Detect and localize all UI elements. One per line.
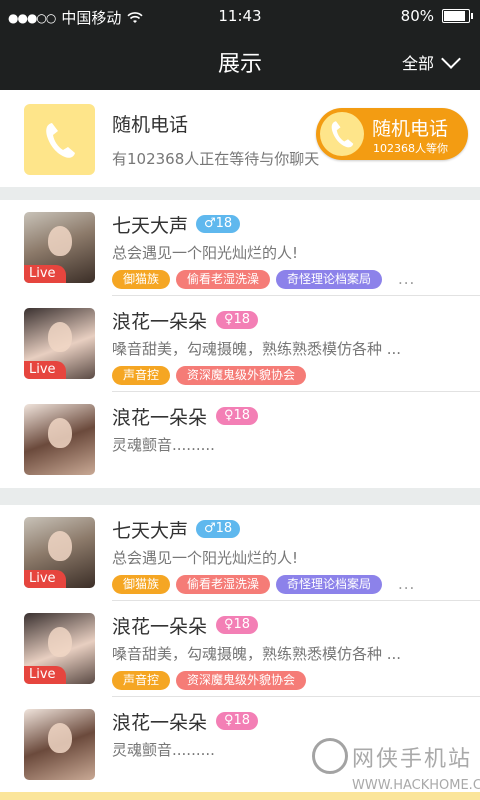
female-icon: ♀ [224, 312, 234, 327]
user-name: 七天大声 [112, 215, 189, 237]
tag[interactable]: 资深魔鬼级外貌协会 [176, 366, 307, 385]
avatar [24, 709, 95, 780]
user-list-item[interactable]: Live 浪花一朵朵 ♀18 嗓音甜美，勾魂摄魄，熟练熟悉模仿各种 ... 声音… [0, 296, 480, 392]
filter-label: 全部 [401, 54, 434, 73]
tag[interactable]: 偷看老湿洗澡 [176, 270, 271, 289]
live-badge: Live [24, 265, 66, 283]
live-badge: Live [24, 666, 66, 684]
status-bar: ●●●○○ 中国移动 11:43 80% [0, 0, 480, 32]
male-icon: ♂ [204, 521, 216, 536]
tag-list: 御猫族 偷看老湿洗澡 奇怪理论档案局 [112, 575, 383, 594]
avatar: Live [24, 308, 95, 379]
female-icon: ♀ [224, 713, 234, 728]
user-name: 浪花一朵朵 [112, 616, 208, 638]
age-label: 18 [233, 617, 251, 632]
more-tags-icon[interactable]: ... [398, 270, 415, 288]
user-name: 浪花一朵朵 [112, 311, 208, 333]
battery-icon [442, 9, 473, 23]
gender-age-badge: ♀18 [216, 407, 259, 425]
user-name: 浪花一朵朵 [112, 407, 208, 429]
watermark-brand: 网侠手机站 [352, 747, 473, 772]
random-call-subtitle: 有102368人正在等待与你聊天 [112, 150, 320, 168]
chevron-down-icon [441, 49, 461, 69]
tag[interactable]: 奇怪理论档案局 [276, 270, 383, 289]
random-call-button-count: 102368人等你 [373, 142, 448, 155]
gender-age-badge: ♀18 [216, 311, 259, 329]
user-list-item[interactable]: 浪花一朵朵 ♀18 灵魂颤音......... [0, 392, 480, 488]
gender-age-badge: ♀18 [216, 712, 259, 730]
tag[interactable]: 资深魔鬼级外貌协会 [176, 671, 307, 690]
user-bio: 灵魂颤音......... [112, 741, 215, 759]
age-label: 18 [233, 408, 251, 423]
user-bio: 灵魂颤音......... [112, 436, 215, 454]
avatar [24, 404, 95, 475]
user-bio: 嗓音甜美，勾魂摄魄，熟练熟悉模仿各种 ... [112, 645, 402, 663]
male-icon: ♂ [204, 216, 216, 231]
age-label: 18 [233, 312, 251, 327]
tag[interactable]: 声音控 [112, 671, 171, 690]
random-call-button[interactable]: 随机电话 102368人等你 [316, 108, 468, 160]
tag[interactable]: 奇怪理论档案局 [276, 575, 383, 594]
age-label: 18 [233, 713, 251, 728]
battery-percent: 80% [400, 7, 434, 25]
live-badge: Live [24, 361, 66, 379]
user-list-item[interactable]: Live 七天大声 ♂18 总会遇见一个阳光灿烂的人! 御猫族 偷看老湿洗澡 奇… [0, 505, 480, 601]
watermark: 网侠手机站 WWW.HACKHOME.COM [312, 738, 480, 800]
user-name: 七天大声 [112, 520, 189, 542]
tag[interactable]: 偷看老湿洗澡 [176, 575, 271, 594]
tag[interactable]: 御猫族 [112, 270, 171, 289]
user-list-group: Live 七天大声 ♂18 总会遇见一个阳光灿烂的人! 御猫族 偷看老湿洗澡 奇… [0, 200, 480, 488]
user-list-item[interactable]: Live 浪花一朵朵 ♀18 嗓音甜美，勾魂摄魄，熟练熟悉模仿各种 ... 声音… [0, 601, 480, 697]
avatar: Live [24, 212, 95, 283]
age-label: 18 [215, 216, 233, 231]
tag-list: 御猫族 偷看老湿洗澡 奇怪理论档案局 [112, 270, 383, 289]
tag-list: 声音控 资深魔鬼级外貌协会 [112, 671, 307, 690]
app-header: 展示 全部 [0, 32, 480, 90]
avatar: Live [24, 613, 95, 684]
user-list-item[interactable]: Live 七天大声 ♂18 总会遇见一个阳光灿烂的人! 御猫族 偷看老湿洗澡 奇… [0, 200, 480, 296]
tag[interactable]: 声音控 [112, 366, 171, 385]
brand-logo-icon [312, 738, 348, 774]
filter-dropdown[interactable]: 全部 [401, 49, 461, 74]
female-icon: ♀ [224, 617, 234, 632]
more-tags-icon[interactable]: ... [398, 575, 415, 593]
gender-age-badge: ♂18 [196, 520, 241, 538]
user-bio: 嗓音甜美，勾魂摄魄，熟练熟悉模仿各种 ... [112, 340, 402, 358]
tag-list: 声音控 资深魔鬼级外貌协会 [112, 366, 307, 385]
gender-age-badge: ♂18 [196, 215, 241, 233]
random-call-title: 随机电话 [112, 114, 189, 136]
user-name: 浪花一朵朵 [112, 712, 208, 734]
tag[interactable]: 御猫族 [112, 575, 171, 594]
gender-age-badge: ♀18 [216, 616, 259, 634]
user-bio: 总会遇见一个阳光灿烂的人! [112, 244, 299, 262]
female-icon: ♀ [224, 408, 234, 423]
live-badge: Live [24, 570, 66, 588]
bottom-edge [0, 792, 480, 800]
age-label: 18 [215, 521, 233, 536]
random-call-card[interactable]: 随机电话 有102368人正在等待与你聊天 随机电话 102368人等你 [0, 90, 480, 187]
phone-icon [24, 104, 95, 175]
avatar: Live [24, 517, 95, 588]
watermark-url: WWW.HACKHOME.COM [352, 778, 480, 793]
random-call-button-label: 随机电话 [372, 118, 449, 140]
phone-icon [320, 112, 364, 156]
user-bio: 总会遇见一个阳光灿烂的人! [112, 549, 299, 567]
